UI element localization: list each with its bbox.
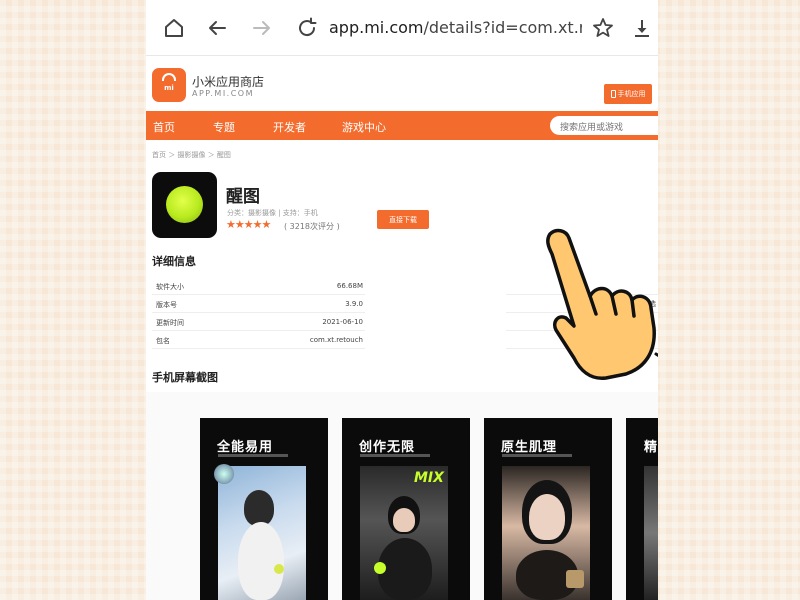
url-path: /details?id=com.xt.retouch — [423, 18, 583, 37]
screenshot-4[interactable]: 精 — [626, 418, 658, 600]
browser-toolbar: app.mi.com/details?id=com.xt.retouch — [146, 0, 658, 56]
logo-text: mi — [164, 84, 174, 92]
app-icon — [152, 172, 217, 238]
mi-store-logo[interactable]: mi — [152, 68, 186, 102]
screenshot-caption: 原生肌理 — [501, 440, 558, 455]
detail-label: 版本号 — [156, 301, 177, 309]
mix-label: MIX — [414, 470, 444, 486]
search-input[interactable] — [550, 116, 658, 135]
tap-hand-icon — [546, 228, 658, 380]
direct-download-button[interactable]: 直接下载 — [377, 210, 429, 229]
detail-row: 包名 com.xt.retouch — [152, 331, 365, 349]
detail-label: 包名 — [156, 337, 170, 345]
app-name: 醒图 — [226, 187, 260, 207]
back-arrow-icon[interactable] — [205, 16, 229, 40]
screenshot-photo — [502, 466, 590, 600]
screenshot-caption: 精 — [644, 440, 658, 455]
badge-icon — [214, 464, 234, 484]
detail-value: 2021-06-10 — [322, 318, 363, 326]
address-bar[interactable]: app.mi.com/details?id=com.xt.retouch — [329, 18, 582, 37]
url-host: app.mi.com — [329, 18, 424, 37]
detail-value: 66.68M — [336, 282, 363, 290]
detail-label: 软件大小 — [156, 283, 184, 291]
screenshot-3[interactable]: 原生肌理 — [484, 418, 612, 600]
store-name: 小米应用商店 — [192, 75, 265, 89]
detail-value: 3.9.0 — [345, 300, 363, 308]
detail-row: 更新时间 2021-06-10 — [152, 313, 365, 331]
detail-value: com.xt.retouch — [309, 336, 363, 344]
screenshot-2[interactable]: 创作无限 MIX — [342, 418, 470, 600]
screenshot-1[interactable]: 全能易用 — [200, 418, 328, 600]
phone-apps-label: 手机应用 — [617, 90, 646, 98]
detail-row: 版本号 3.9.0 — [152, 295, 365, 313]
details-title: 详细信息 — [152, 255, 196, 268]
nav-item-developer[interactable]: 开发者 — [273, 119, 306, 135]
screenshot-photo — [218, 466, 306, 600]
phone-screen: app.mi.com/details?id=com.xt.retouch mi … — [146, 0, 658, 600]
screenshot-caption: 创作无限 — [359, 440, 416, 455]
home-icon[interactable] — [162, 16, 186, 40]
reload-icon[interactable] — [295, 16, 319, 40]
detail-row: 软件大小 66.68M — [152, 277, 365, 295]
review-count: ( 3218次评分 ) — [284, 222, 340, 231]
download-icon[interactable] — [630, 16, 654, 40]
nav-item-topics[interactable]: 专题 — [213, 119, 235, 135]
main-nav: 首页 专题 开发者 游戏中心 — [146, 111, 658, 140]
breadcrumb: 首页 ＞ 摄影摄像 ＞ 醒图 — [152, 151, 231, 159]
store-domain: APP.MI.COM — [192, 89, 255, 98]
screenshots-title: 手机屏幕截图 — [152, 371, 218, 384]
detail-label: 更新时间 — [156, 319, 184, 327]
forward-arrow-icon[interactable] — [250, 16, 274, 40]
screenshot-caption: 全能易用 — [217, 440, 274, 455]
app-meta: 分类：摄影摄像 | 支持：手机 — [227, 209, 318, 217]
phone-apps-button[interactable]: 手机应用 — [604, 84, 652, 104]
star-bookmark-icon[interactable] — [591, 16, 615, 40]
phone-icon — [610, 90, 616, 98]
nav-item-game-center[interactable]: 游戏中心 — [342, 119, 386, 135]
screenshot-photo — [360, 466, 448, 600]
rating-stars: ★★★★★ — [226, 218, 271, 231]
nav-item-home[interactable]: 首页 — [153, 119, 175, 135]
